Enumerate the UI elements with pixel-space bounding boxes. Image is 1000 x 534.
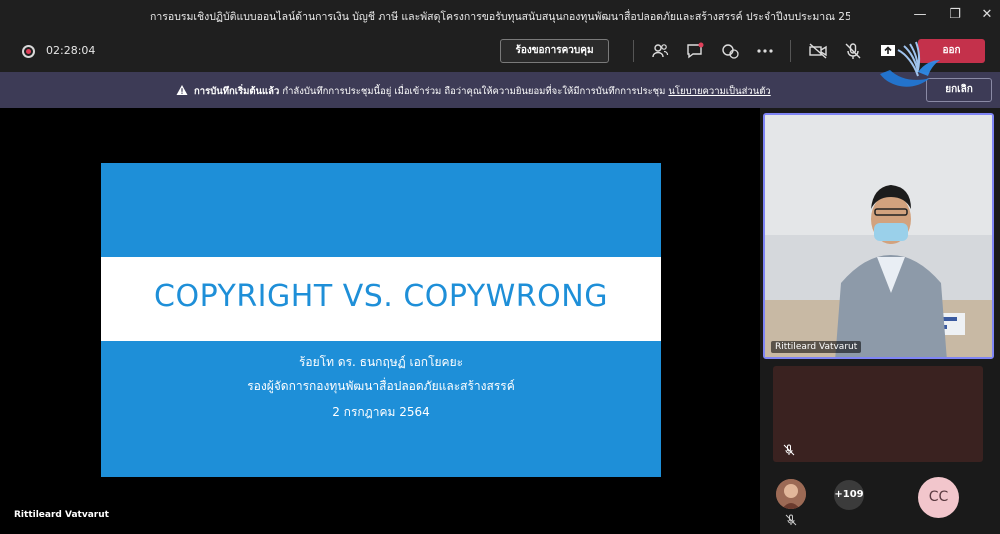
meeting-timer: 02:28:04 [46,44,96,57]
recording-indicator-icon [22,45,35,58]
presenter-name-label: Rittileard Vatvarut [14,510,109,520]
participant-avatar[interactable] [776,479,806,509]
participant-video [765,115,992,357]
slide-heading: COPYRIGHT VS. COPYWRONG [154,279,608,314]
reactions-icon[interactable] [720,41,740,61]
participant-initials-avatar[interactable]: CC [918,477,959,518]
more-icon[interactable] [755,41,775,61]
slide-title-band: COPYRIGHT VS. COPYWRONG [101,257,661,341]
presentation-slide: COPYRIGHT VS. COPYWRONG ร้อยโท ดร. ธนกฤษ… [101,163,661,477]
mic-off-icon [785,514,797,526]
mic-off-icon[interactable] [843,41,863,61]
slide-presenter-role: รองผู้จัดการกองทุนพัฒนาสื่อปลอดภัยและสร้… [247,379,515,393]
mic-off-icon [783,444,795,456]
window-title: การอบรมเชิงปฏิบัติแบบออนไลน์ด้านการเงิน … [150,11,850,23]
maximize-button[interactable]: ❐ [940,5,970,25]
toolbar-divider [633,40,634,62]
title-bar: การอบรมเชิงปฏิบัติแบบออนไลน์ด้านการเงิน … [0,0,1000,30]
overflow-participants-button[interactable]: +109 [834,480,864,510]
shared-screen-stage: COPYRIGHT VS. COPYWRONG ร้อยโท ดร. ธนกฤษ… [0,108,760,534]
participants-panel: Rittileard Vatvarut +109 CC [760,108,1000,534]
privacy-policy-link[interactable]: นโยบายความเป็นส่วนตัว [668,86,770,97]
bird-logo-icon [880,41,940,87]
people-icon[interactable] [650,41,670,61]
pinned-video-tile[interactable]: Rittileard Vatvarut [763,113,994,359]
chat-icon[interactable] [685,41,705,61]
warning-icon [176,85,188,95]
minimize-button[interactable]: — [905,5,935,25]
camera-off-icon[interactable] [808,41,828,61]
recording-started-label: การบันทึกเริ่มต้นแล้ว [194,86,280,97]
pinned-participant-name: Rittileard Vatvarut [771,341,862,353]
avatar-photo [776,479,806,509]
slide-date: 2 กรกฎาคม 2564 [332,405,430,419]
toolbar-divider [790,40,791,62]
recording-notice: กำลังบันทึกการประชุมนี้อยู่ เมื่อเข้าร่ว… [282,86,666,97]
recording-banner-text: การบันทึกเริ่มต้นแล้ว กำลังบันทึกการประช… [194,84,771,99]
recording-banner: การบันทึกเริ่มต้นแล้ว กำลังบันทึกการประช… [0,72,1000,108]
meeting-toolbar: 02:28:04 ร้องขอการควบคุม ออก [0,30,1000,72]
request-control-button[interactable]: ร้องขอการควบคุม [500,39,609,63]
participant-video-tile[interactable] [773,366,983,462]
slide-presenter-name: ร้อยโท ดร. ธนกฤษฏ์ เอกโยคยะ [298,355,464,369]
close-window-button[interactable]: ✕ [972,5,1000,25]
